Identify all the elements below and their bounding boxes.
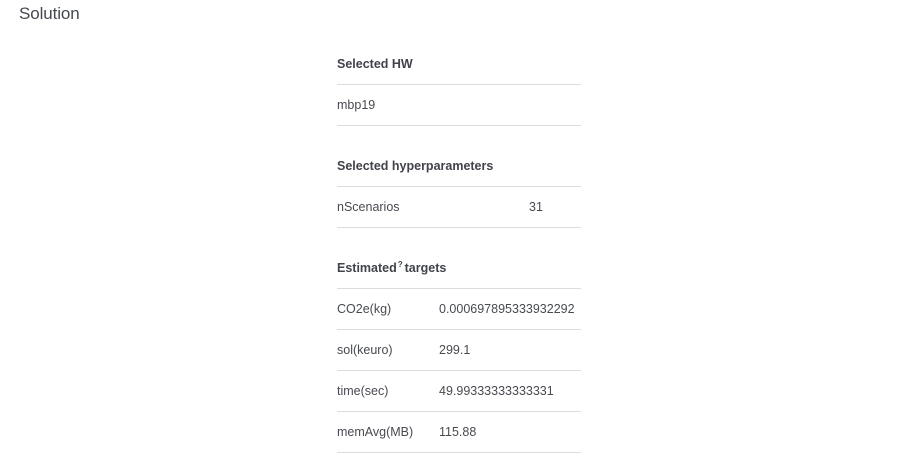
selected-hw-header: Selected HW [337, 44, 581, 85]
table-header-row: Estimated? targets [337, 248, 581, 289]
target-name: memAvg(MB) [337, 411, 439, 453]
hyperparameter-name: nScenarios [337, 186, 529, 228]
table-row: sol(keuro) 299.1 [337, 329, 581, 371]
target-name: sol(keuro) [337, 329, 439, 371]
solution-panel: Selected HW mbp19 Selected hyperparamete… [337, 44, 581, 453]
hyperparameters-table: Selected hyperparameters nScenarios 31 [337, 146, 581, 228]
table-row: time(sec) 49.99333333333331 [337, 370, 581, 412]
table-row: nScenarios 31 [337, 186, 581, 228]
targets-header: Estimated? targets [337, 248, 581, 289]
hyperparameters-header: Selected hyperparameters [337, 146, 581, 187]
target-value: 0.000697895333932292 [439, 288, 581, 330]
estimate-info-marker[interactable]: ? [398, 260, 403, 269]
target-value: 299.1 [439, 329, 581, 371]
table-row: mbp19 [337, 84, 581, 126]
targets-header-suffix: targets [404, 261, 447, 275]
target-value: 115.88 [439, 411, 581, 453]
table-header-row: Selected hyperparameters [337, 146, 581, 187]
targets-table: Estimated? targets CO2e(kg) 0.00069789533… [337, 248, 581, 453]
target-name: CO2e(kg) [337, 288, 439, 330]
targets-header-prefix: Estimated [337, 261, 397, 275]
target-name: time(sec) [337, 370, 439, 412]
hyperparameter-value: 31 [529, 186, 581, 228]
target-value: 49.99333333333331 [439, 370, 581, 412]
table-row: CO2e(kg) 0.000697895333932292 [337, 288, 581, 330]
table-header-row: Selected HW [337, 44, 581, 85]
selected-hw-table: Selected HW mbp19 [337, 44, 581, 126]
section-title: Solution [19, 4, 80, 23]
table-row: memAvg(MB) 115.88 [337, 411, 581, 453]
selected-hw-value: mbp19 [337, 84, 581, 126]
solution-page: Solution Selected HW mbp19 Selected hype… [0, 0, 910, 468]
